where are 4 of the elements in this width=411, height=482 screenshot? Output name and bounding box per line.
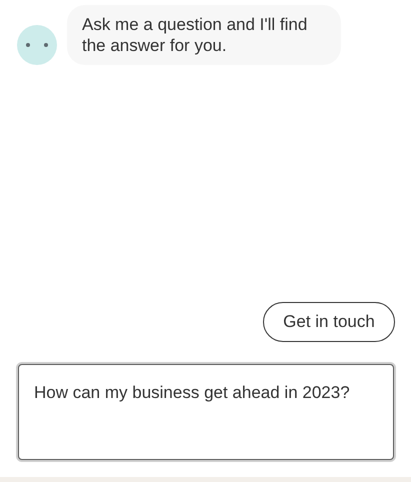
- get-in-touch-button[interactable]: Get in touch: [263, 302, 395, 342]
- message-input[interactable]: How can my business get ahead in 2023?: [18, 364, 394, 460]
- bot-avatar-icon: [17, 25, 57, 65]
- chat-bubble: Ask me a question and I'll find the answer for you.: [67, 5, 341, 65]
